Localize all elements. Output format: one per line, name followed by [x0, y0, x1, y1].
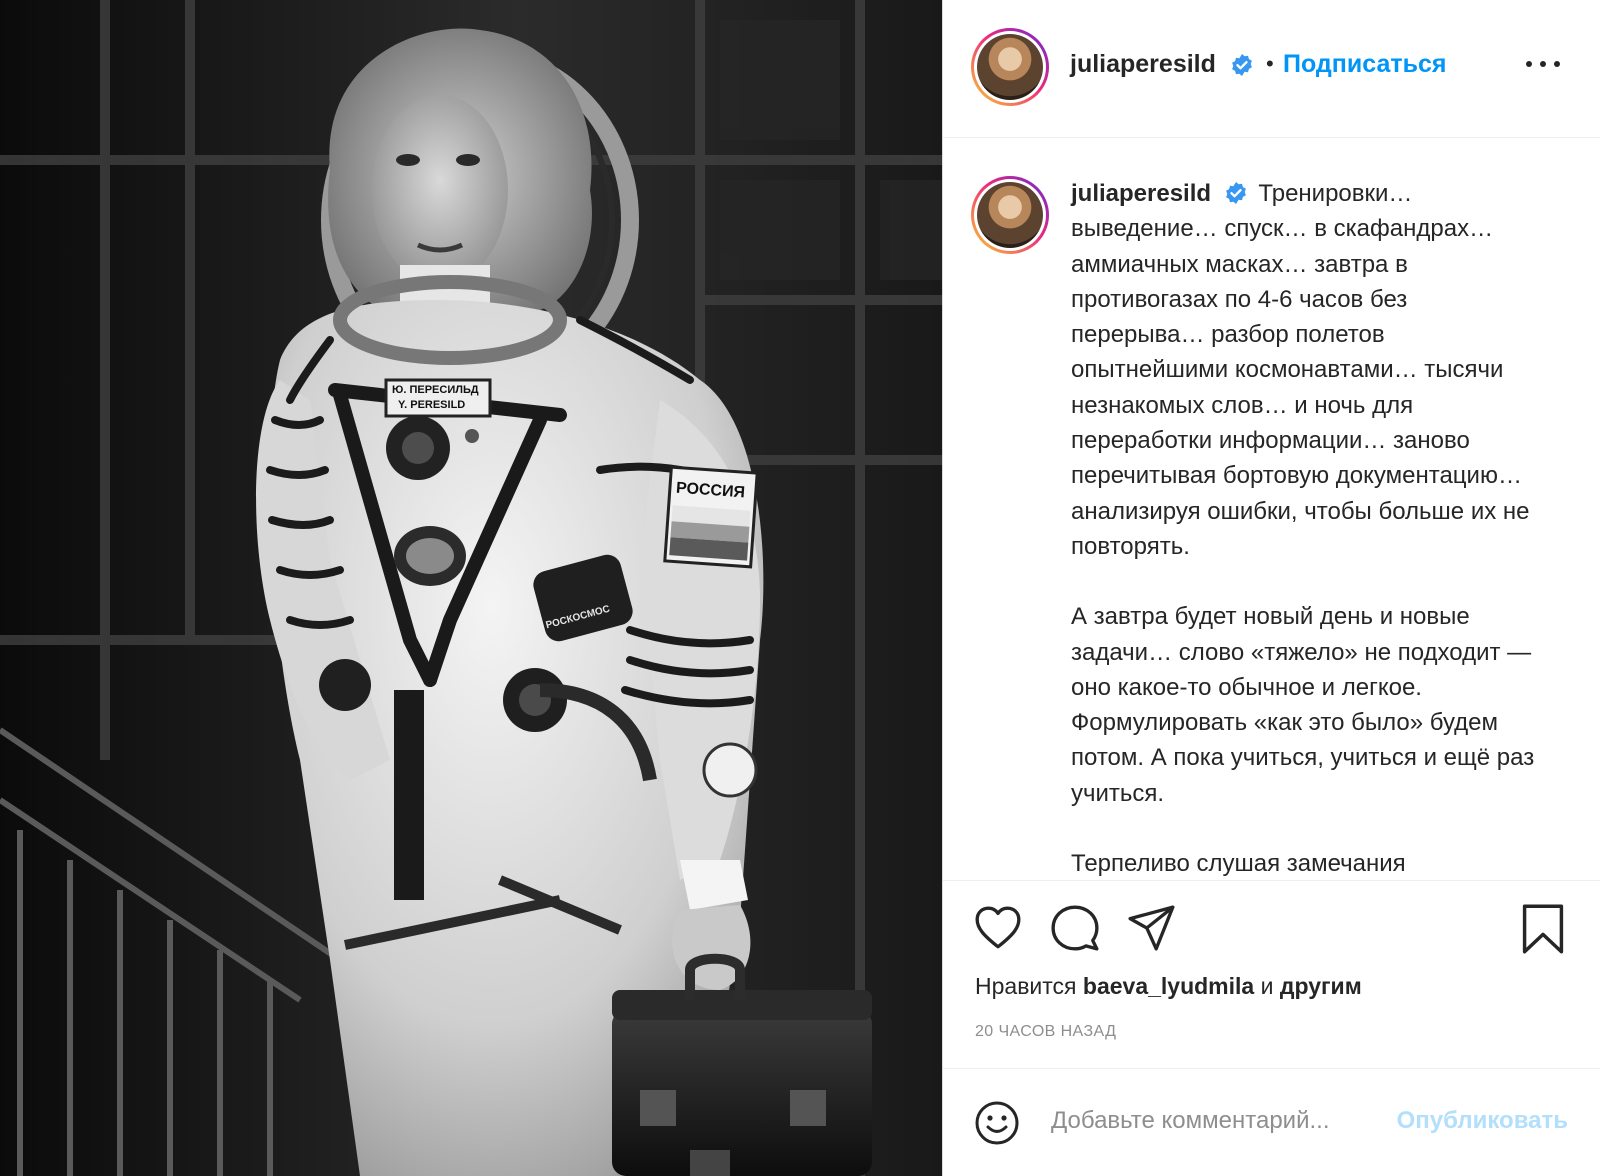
post-header: juliaperesild • Подписаться	[943, 0, 1600, 138]
name-patch-en: Y. PERESILD	[398, 399, 466, 411]
instagram-post: Ю. ПЕРЕСИЛЬД Y. PERESILD РОССИЯ РОСКОСМО…	[0, 0, 1600, 1176]
post-side-panel: juliaperesild • Подписаться juliaperesil…	[942, 0, 1600, 1176]
author-avatar[interactable]	[971, 28, 1049, 106]
verified-badge-icon	[1232, 54, 1252, 76]
caption-text: juliaperesild Тренировки… выведение… спу…	[1071, 176, 1541, 880]
caption-avatar[interactable]	[971, 176, 1049, 254]
heart-icon[interactable]	[973, 903, 1023, 953]
likes-others-link[interactable]: другим	[1280, 973, 1362, 999]
comment-bubble-icon[interactable]	[1050, 903, 1100, 953]
publish-button[interactable]: Опубликовать	[1397, 1107, 1568, 1135]
caption-paragraph-1: Тренировки… выведение… спуск… в скафандр…	[1071, 180, 1530, 560]
likes-and: и	[1260, 973, 1274, 999]
bookmark-icon[interactable]	[1519, 903, 1567, 955]
follow-button[interactable]: Подписаться	[1283, 50, 1446, 79]
more-options-icon[interactable]	[1526, 52, 1560, 76]
likes-prefix: Нравится	[975, 973, 1077, 999]
post-actions: Нравится baeva_lyudmila и другим 20 ЧАСО…	[943, 880, 1600, 1068]
add-comment-bar: Добавьте комментарий... Опубликовать	[943, 1068, 1600, 1176]
smiley-icon[interactable]	[973, 1099, 1021, 1147]
verified-badge-icon	[1225, 182, 1246, 204]
paper-plane-icon[interactable]	[1127, 903, 1177, 953]
likes-user-link[interactable]: baeva_lyudmila	[1083, 973, 1254, 999]
caption-paragraph-3: Терпеливо слушая замечания	[1071, 850, 1406, 878]
name-patch-ru: Ю. ПЕРЕСИЛЬД	[392, 384, 479, 396]
comments-area[interactable]: juliaperesild Тренировки… выведение… спу…	[943, 138, 1600, 880]
caption-username[interactable]: juliaperesild	[1071, 180, 1211, 207]
post-photo[interactable]: Ю. ПЕРЕСИЛЬД Y. PERESILD РОССИЯ РОСКОСМО…	[0, 0, 942, 1176]
caption-paragraph-2: А завтра будет новый день и новые задачи…	[1071, 603, 1535, 807]
header-separator: •	[1266, 51, 1274, 76]
likes-summary: Нравится baeva_lyudmila и другим	[975, 973, 1362, 1000]
astronaut-photo-illustration	[0, 0, 942, 1176]
comment-input[interactable]: Добавьте комментарий...	[1051, 1107, 1329, 1135]
post-timestamp[interactable]: 20 ЧАСОВ НАЗАД	[975, 1023, 1116, 1041]
header-username[interactable]: juliaperesild	[1070, 50, 1216, 79]
